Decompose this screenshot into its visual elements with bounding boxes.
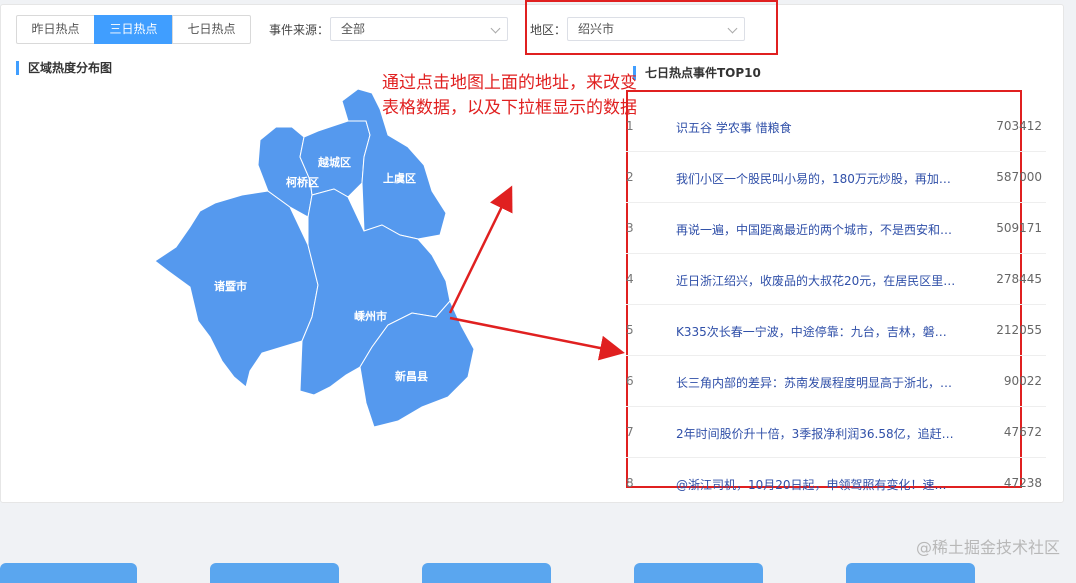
list-item[interactable]: 2 我们小区一个股民叫小易的，180万元炒股，再加… 587000 xyxy=(626,152,1046,203)
bottom-card-3[interactable] xyxy=(422,563,551,583)
heat-count: 212055 xyxy=(996,323,1042,337)
list-item[interactable]: 8 @浙江司机，10月20日起，申领驾照有变化！速看… 47238 xyxy=(626,458,1046,508)
heat-count: 47672 xyxy=(1003,425,1042,439)
rank-number: 4 xyxy=(626,272,634,286)
heat-count: 509171 xyxy=(996,221,1042,235)
list-item[interactable]: 7 2年时间股价升十倍，3季报净利润36.58亿，追赶福… 47672 xyxy=(626,407,1046,458)
rank-number: 6 xyxy=(626,374,634,388)
rank-number: 7 xyxy=(626,425,634,439)
list-item[interactable]: 4 近日浙江绍兴，收废品的大叔花20元，在居民区里… 278445 xyxy=(626,254,1046,305)
heat-count: 587000 xyxy=(996,170,1042,184)
event-title-link[interactable]: 近日浙江绍兴，收废品的大叔花20元，在居民区里… xyxy=(676,272,956,289)
event-title-link[interactable]: 2年时间股价升十倍，3季报净利润36.58亿，追赶福… xyxy=(676,425,956,442)
event-title-link[interactable]: 再说一遍，中国距离最近的两个城市，不是西安和… xyxy=(676,221,956,238)
rank-number: 3 xyxy=(626,221,634,235)
heat-count: 47238 xyxy=(1003,476,1042,490)
event-title-link[interactable]: K335次长春一宁波，中途停靠：九台，吉林，磐石… xyxy=(676,323,956,340)
list-item[interactable]: 6 长三角内部的差异：苏南发展程度明显高于浙北，… 90022 xyxy=(626,356,1046,407)
hot-event-list: 1 识五谷 学农事 惜粮食 703412 2 我们小区一个股民叫小易的，180万… xyxy=(626,101,1046,508)
list-item[interactable]: 3 再说一遍，中国距离最近的两个城市，不是西安和… 509171 xyxy=(626,203,1046,254)
event-title-link[interactable]: 我们小区一个股民叫小易的，180万元炒股，再加… xyxy=(676,170,956,187)
heat-count: 90022 xyxy=(1003,374,1042,388)
event-title-link[interactable]: @浙江司机，10月20日起，申领驾照有变化！速看… xyxy=(676,476,956,493)
bottom-card-2[interactable] xyxy=(210,563,339,583)
rank-number: 8 xyxy=(626,476,634,490)
list-item[interactable]: 5 K335次长春一宁波，中途停靠：九台，吉林，磐石… 212055 xyxy=(626,305,1046,356)
list-item[interactable]: 1 识五谷 学农事 惜粮食 703412 xyxy=(626,101,1046,152)
bottom-card-4[interactable] xyxy=(634,563,763,583)
rank-number: 2 xyxy=(626,170,634,184)
rank-number: 1 xyxy=(626,119,634,133)
arrow-up-icon xyxy=(448,185,513,314)
rank-number: 5 xyxy=(626,323,634,337)
event-title-link[interactable]: 长三角内部的差异：苏南发展程度明显高于浙北，… xyxy=(676,374,956,391)
watermark: @稀土掘金技术社区 xyxy=(915,538,1060,557)
arrow-right-icon xyxy=(449,316,625,361)
event-title-link[interactable]: 识五谷 学农事 惜粮食 xyxy=(676,119,956,136)
heat-count: 278445 xyxy=(996,272,1042,286)
bottom-card-1[interactable] xyxy=(0,563,137,583)
heat-count: 703412 xyxy=(996,119,1042,133)
bottom-card-5[interactable] xyxy=(846,563,975,583)
